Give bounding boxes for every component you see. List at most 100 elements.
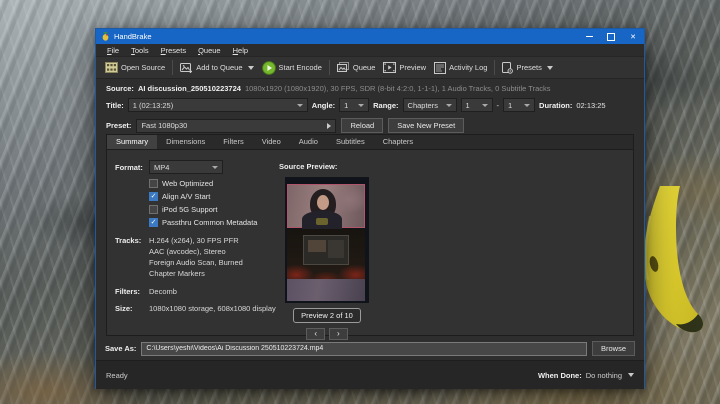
chapter-to-select[interactable]: 1	[503, 98, 535, 112]
handbrake-window: HandBrake File Tools Presets Queue Help …	[95, 28, 645, 389]
chevron-right-icon	[327, 123, 331, 129]
menu-queue[interactable]: Queue	[192, 46, 227, 55]
titlebar[interactable]: HandBrake	[96, 29, 644, 44]
handbrake-logo-icon	[101, 32, 110, 41]
source-details: 1080x1920 (1080x1920), 30 FPS, SDR (8-bi…	[245, 84, 551, 93]
menu-help[interactable]: Help	[227, 46, 254, 55]
tab-chapters[interactable]: Chapters	[374, 135, 422, 149]
checkbox-icon[interactable]	[149, 192, 158, 201]
save-as-input[interactable]	[141, 342, 587, 356]
format-select[interactable]: MP4	[149, 160, 223, 174]
angle-select[interactable]: 1	[339, 98, 369, 112]
range-label: Range:	[373, 101, 398, 110]
browse-button[interactable]: Browse	[592, 341, 635, 356]
source-info-row: Source: AI discussion_250510223724 1080x…	[106, 82, 634, 94]
summary-tab-content: Format: MP4 Web Optimized Align A/V Star…	[107, 150, 633, 335]
save-as-label: Save As:	[105, 344, 136, 353]
activity-log-button[interactable]: Activity Log	[430, 60, 491, 76]
tab-summary[interactable]: Summary	[107, 135, 157, 149]
title-row: Title: 1 (02:13:25) Angle: 1 Range: Chap…	[106, 97, 634, 113]
preview-screencast-region	[287, 229, 365, 279]
range-type-select[interactable]: Chapters	[403, 98, 457, 112]
add-to-queue-icon	[180, 62, 193, 74]
menu-file[interactable]: File	[101, 46, 125, 55]
chevron-down-icon	[446, 104, 452, 107]
filters-value: Decomb	[149, 287, 177, 296]
presets-button[interactable]: Presets	[498, 60, 556, 76]
preview-prev-button[interactable]: ‹	[306, 328, 325, 340]
play-circle-icon	[262, 61, 276, 75]
chevron-down-icon	[248, 66, 254, 70]
open-source-label: Open Source	[121, 63, 165, 72]
toolbar: Open Source Add to Queue Start Encode	[96, 57, 644, 79]
preview-button[interactable]: Preview	[379, 60, 430, 75]
source-name: AI discussion_250510223724	[138, 84, 241, 93]
preset-row: Preset: Fast 1080p30 Reload Save New Pre…	[106, 117, 634, 134]
activity-log-icon	[434, 62, 446, 74]
tab-audio[interactable]: Audio	[290, 135, 327, 149]
chapter-from-select[interactable]: 1	[461, 98, 493, 112]
add-to-queue-button[interactable]: Add to Queue	[176, 60, 257, 76]
align-av-start-option[interactable]: Align A/V Start	[149, 192, 210, 201]
queue-label: Queue	[353, 63, 376, 72]
source-preview-image	[285, 177, 369, 303]
track-line: H.264 (x264), 30 FPS PFR	[149, 236, 239, 245]
toolbar-separator	[172, 60, 173, 75]
title-select[interactable]: 1 (02:13:25)	[128, 98, 308, 112]
menu-tools[interactable]: Tools	[125, 46, 155, 55]
chevron-down-icon	[358, 104, 364, 107]
tab-dimensions[interactable]: Dimensions	[157, 135, 214, 149]
tab-video[interactable]: Video	[253, 135, 290, 149]
close-button[interactable]	[622, 29, 644, 44]
toolbar-separator	[494, 60, 495, 75]
preset-select[interactable]: Fast 1080p30	[136, 119, 336, 133]
tab-subtitles[interactable]: Subtitles	[327, 135, 374, 149]
preview-webcam-region	[287, 184, 365, 228]
range-separator: -	[497, 101, 500, 110]
presets-label: Presets	[516, 63, 541, 72]
when-done-label: When Done:	[538, 371, 582, 380]
tab-filters[interactable]: Filters	[214, 135, 252, 149]
queue-button[interactable]: Queue	[333, 60, 380, 76]
preset-label: Preset:	[106, 121, 131, 130]
menu-presets[interactable]: Presets	[155, 46, 192, 55]
format-label: Format:	[115, 163, 143, 172]
chevron-down-icon	[628, 373, 634, 377]
checkbox-icon[interactable]	[149, 205, 158, 214]
queue-icon	[337, 62, 350, 74]
size-value: 1080x1080 storage, 608x1080 display	[149, 304, 276, 313]
track-line: AAC (avcodec), Stereo	[149, 247, 226, 256]
checkbox-icon[interactable]	[149, 218, 158, 227]
when-done-dropdown[interactable]: When Done: Do nothing	[538, 371, 634, 380]
duration-value: 02:13:25	[576, 101, 605, 110]
minimize-button[interactable]	[578, 29, 600, 44]
ipod-5g-support-option[interactable]: iPod 5G Support	[149, 205, 217, 214]
filters-label: Filters:	[115, 287, 140, 296]
chevron-down-icon	[212, 166, 218, 169]
presets-icon	[502, 62, 513, 74]
duck-beak	[638, 186, 720, 346]
maximize-button[interactable]	[600, 29, 622, 44]
track-line: Chapter Markers	[149, 269, 205, 278]
save-new-preset-button[interactable]: Save New Preset	[388, 118, 464, 133]
preview-label: Preview	[399, 63, 426, 72]
status-bar: Ready When Done: Do nothing	[96, 360, 644, 389]
passthru-metadata-option[interactable]: Passthru Common Metadata	[149, 218, 257, 227]
preview-counter: Preview 2 of 10	[284, 308, 370, 323]
toolbar-separator	[329, 60, 330, 75]
chevron-down-icon	[482, 104, 488, 107]
menu-bar: File Tools Presets Queue Help	[96, 44, 644, 57]
start-encode-button[interactable]: Start Encode	[258, 59, 326, 77]
preview-blur-region	[287, 279, 365, 301]
status-text: Ready	[106, 371, 128, 380]
reload-button[interactable]: Reload	[341, 118, 383, 133]
settings-panel: Summary Dimensions Filters Video Audio S…	[106, 134, 634, 336]
angle-label: Angle:	[312, 101, 335, 110]
checkbox-icon[interactable]	[149, 179, 158, 188]
window-title: HandBrake	[114, 32, 152, 41]
source-label: Source:	[106, 84, 134, 93]
track-line: Foreign Audio Scan, Burned	[149, 258, 243, 267]
preview-next-button[interactable]: ›	[329, 328, 348, 340]
web-optimized-option[interactable]: Web Optimized	[149, 179, 213, 188]
open-source-button[interactable]: Open Source	[101, 60, 169, 75]
